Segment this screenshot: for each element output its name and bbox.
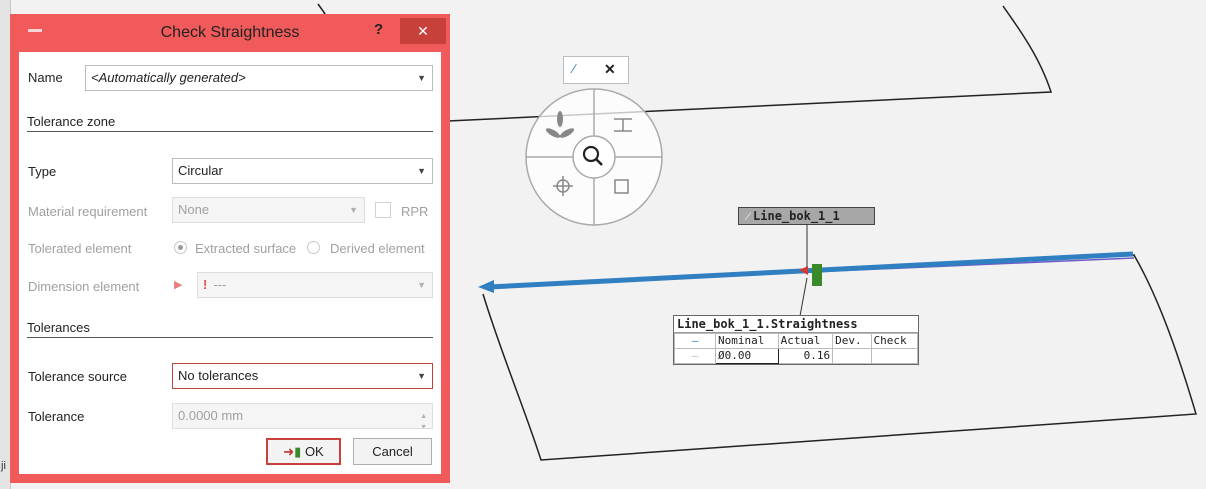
dimension-element-label: Dimension element: [28, 279, 140, 294]
dialog-titlebar[interactable]: Check Straightness ? ✕: [10, 14, 450, 52]
marker-red: [799, 266, 808, 275]
material-requirement-value: None: [178, 202, 210, 217]
measured-line: [488, 251, 1134, 290]
tolerance-zone-heading: Tolerance zone: [27, 114, 433, 132]
chevron-down-icon: ▼: [417, 73, 426, 83]
rpr-checkbox[interactable]: [375, 202, 391, 218]
extracted-surface-radio[interactable]: [174, 241, 187, 254]
derived-element-label: Derived element: [330, 241, 425, 256]
chevron-down-icon: ▼: [417, 166, 426, 176]
extracted-surface-label: Extracted surface: [195, 241, 297, 256]
dialog-title: Check Straightness: [160, 24, 300, 41]
table-row: — Ø0.00 0.16: [674, 348, 919, 364]
warning-icon: !: [203, 277, 208, 292]
help-button[interactable]: ?: [374, 21, 383, 38]
ok-button-label: OK: [304, 444, 324, 459]
tolerance-source-label: Tolerance source: [28, 369, 127, 384]
header-check: Check: [870, 333, 919, 349]
line-icon: ⁄: [747, 209, 750, 223]
actual-value: 0.16: [777, 348, 834, 364]
pick-arrow-icon[interactable]: ▶: [174, 278, 182, 291]
header-nominal: Nominal: [715, 333, 779, 349]
dimension-element-value: ---: [213, 277, 227, 292]
feature-tag[interactable]: ⁄ Line_bok_1_1: [738, 207, 875, 225]
left-strip-text: ji: [1, 460, 6, 472]
nominal-value[interactable]: Ø0.00: [715, 348, 779, 364]
close-button[interactable]: ✕: [400, 18, 446, 44]
result-table[interactable]: Line_bok_1_1.Straightness — Nominal Actu…: [673, 315, 919, 365]
tolerance-field[interactable]: 0.0000 mm ▲ ▼: [172, 403, 433, 429]
result-title: Line_bok_1_1.Straightness: [674, 316, 918, 333]
check-value: [870, 348, 919, 364]
line-icon[interactable]: ⁄: [573, 61, 575, 76]
chevron-down-icon: ▼: [349, 205, 358, 215]
chevron-down-icon: ▼: [417, 280, 426, 290]
chevron-down-icon: ▼: [417, 371, 426, 381]
arrow-right-icon: ➜: [283, 444, 295, 459]
header-dev: Dev.: [832, 333, 872, 349]
cancel-button[interactable]: Cancel: [353, 438, 432, 465]
table-connector: [799, 277, 808, 317]
tolerance-label: Tolerance: [28, 409, 85, 424]
tolerated-element-label: Tolerated element: [28, 241, 132, 256]
tolerance-value: 0.0000 mm: [178, 408, 244, 423]
spin-down-icon[interactable]: ▼: [420, 416, 427, 428]
type-label: Type: [28, 164, 57, 179]
name-dropdown[interactable]: <Automatically generated> ▼: [85, 65, 433, 91]
feature-tag-text: Line_bok_1_1: [753, 209, 840, 223]
check-straightness-dialog: Check Straightness ? ✕ Name <Automatical…: [10, 14, 450, 483]
derived-element-radio[interactable]: [307, 241, 320, 254]
type-dropdown[interactable]: Circular ▼: [172, 158, 433, 184]
dev-value: [832, 348, 872, 364]
tolerances-heading: Tolerances: [27, 320, 433, 338]
straightness-symbol-icon: —: [674, 333, 716, 349]
ok-button[interactable]: ➜▮ OK: [266, 438, 341, 465]
type-value: Circular: [178, 163, 223, 178]
rpr-label: RPR: [401, 204, 429, 219]
mini-toolbar: ⁄ ✕: [563, 56, 629, 84]
name-label: Name: [28, 70, 63, 85]
tolerance-source-value: No tolerances: [178, 368, 259, 383]
exit-icon: ▮: [294, 444, 302, 459]
tolerance-source-dropdown[interactable]: No tolerances ▼: [172, 363, 433, 389]
dialog-body: Name <Automatically generated> ▼ Toleran…: [19, 52, 441, 474]
table-row: — Nominal Actual Dev. Check: [674, 333, 919, 349]
view-wheel: [525, 88, 663, 226]
dimension-element-dropdown[interactable]: ! --- ▼: [197, 272, 433, 298]
material-requirement-dropdown[interactable]: None ▼: [172, 197, 365, 223]
header-actual: Actual: [777, 333, 834, 349]
row-symbol-icon: —: [674, 348, 716, 364]
name-value: <Automatically generated>: [91, 70, 246, 85]
close-icon[interactable]: ✕: [604, 61, 616, 78]
material-requirement-label: Material requirement: [28, 204, 148, 219]
result-grid: — Nominal Actual Dev. Check — Ø0.00 0.16: [674, 333, 919, 364]
measured-line-arrowhead: [478, 280, 494, 293]
marker-green: [812, 264, 822, 286]
